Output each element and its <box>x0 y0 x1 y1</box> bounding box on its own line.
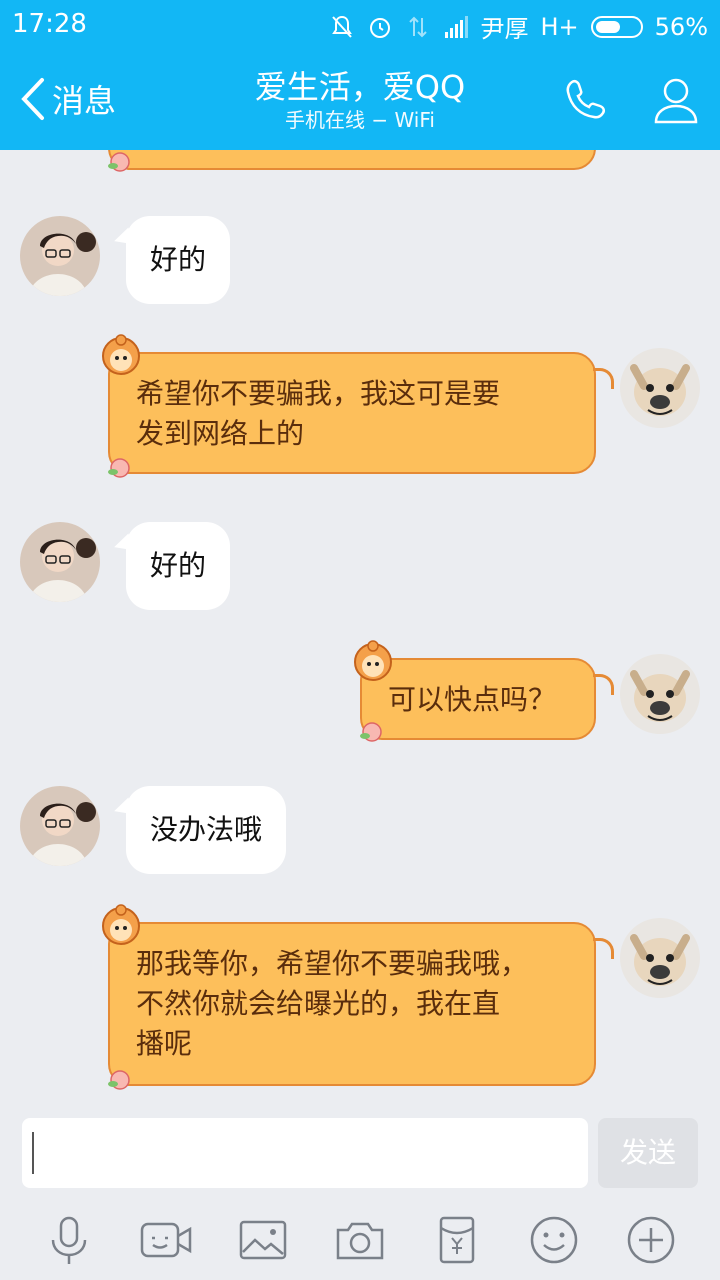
plus-icon <box>628 1216 675 1264</box>
message-line: 希望你不要骗我，我这可是要 <box>136 377 501 410</box>
text-caret <box>32 1132 34 1174</box>
status-time: 17:28 <box>12 9 87 39</box>
emoji-button[interactable] <box>526 1212 582 1268</box>
composer: 发送 <box>0 1100 720 1200</box>
monkey-sticker-icon <box>102 904 140 945</box>
top-bar: 17:28 尹厚 H+ 56% 消息 爱生活，爱QQ 手机在线 − WiFi <box>0 0 720 150</box>
message-list[interactable]: 好的 希望你不要骗我，我这可是要 发到网络上的 好的 可以快点吗？ 没办法哦 那… <box>0 150 720 1100</box>
dog-avatar-icon <box>620 654 700 734</box>
phone-icon <box>566 79 606 119</box>
signal-icon <box>444 15 468 38</box>
send-button[interactable]: 发送 <box>598 1118 698 1188</box>
message-line: 播呢 <box>136 1027 193 1060</box>
my-avatar[interactable] <box>620 654 700 734</box>
back-label: 消息 <box>52 82 117 120</box>
status-bar: 17:28 尹厚 H+ 56% <box>0 0 720 50</box>
input-toolbar <box>0 1200 720 1280</box>
monkey-sticker-icon <box>354 640 392 681</box>
video-button[interactable] <box>138 1212 194 1268</box>
more-button[interactable] <box>623 1212 679 1268</box>
carrier-name: 尹厚 <box>480 15 529 43</box>
girl-avatar-icon <box>20 786 100 866</box>
peach-icon <box>360 722 382 742</box>
person-icon <box>654 78 698 124</box>
peach-icon <box>108 152 130 172</box>
girl-avatar-icon <box>20 522 100 602</box>
emoji-icon <box>531 1216 578 1264</box>
message-bubble[interactable]: 好的 <box>126 216 231 304</box>
video-icon <box>140 1222 191 1258</box>
message-line: 那我等你，希望你不要骗我哦， <box>136 947 529 980</box>
peach-icon <box>108 1070 130 1090</box>
message-line: 不然你就会给曝光的，我在直 <box>136 987 501 1020</box>
message-bubble[interactable]: 那我等你，希望你不要骗我哦， 不然你就会给曝光的，我在直 播呢 <box>108 922 614 1086</box>
voice-button[interactable] <box>41 1212 97 1268</box>
call-button[interactable] <box>560 74 612 126</box>
message-bubble-partial[interactable] <box>108 150 596 170</box>
contact-avatar[interactable] <box>20 216 100 296</box>
message-bubble[interactable]: 好的 <box>126 522 231 610</box>
my-avatar[interactable] <box>620 348 700 428</box>
battery-percent: 56% <box>654 12 708 41</box>
network-type: H+ <box>540 12 579 41</box>
peach-icon <box>108 458 130 478</box>
contact-avatar[interactable] <box>20 786 100 866</box>
image-button[interactable] <box>235 1212 291 1268</box>
my-avatar[interactable] <box>620 918 700 998</box>
message-line: 发到网络上的 <box>136 417 305 450</box>
dog-avatar-icon <box>620 348 700 428</box>
message-input[interactable] <box>22 1118 588 1188</box>
girl-avatar-icon <box>20 216 100 296</box>
dog-avatar-icon <box>620 918 700 998</box>
message-line: 可以快点吗？ <box>388 683 557 716</box>
back-button[interactable]: 消息 <box>18 76 116 122</box>
chat-header: 消息 爱生活，爱QQ 手机在线 − WiFi <box>0 50 720 150</box>
data-transfer-icon <box>408 16 427 37</box>
message-bubble[interactable]: 没办法哦 <box>126 786 287 874</box>
chat-title: 爱生活，爱QQ <box>254 68 466 106</box>
online-status: 手机在线 − WiFi <box>285 108 435 132</box>
notification-off-icon <box>331 15 352 38</box>
battery-icon <box>590 15 643 38</box>
camera-icon <box>336 1222 384 1260</box>
red-packet-button[interactable] <box>429 1212 485 1268</box>
microphone-icon <box>51 1216 86 1264</box>
alarm-icon <box>369 17 390 38</box>
contact-avatar[interactable] <box>20 522 100 602</box>
red-packet-icon <box>439 1216 475 1264</box>
profile-button[interactable] <box>650 74 702 126</box>
monkey-sticker-icon <box>102 334 140 375</box>
message-bubble[interactable]: 希望你不要骗我，我这可是要 发到网络上的 <box>108 352 614 474</box>
chevron-left-icon <box>21 78 44 120</box>
camera-button[interactable] <box>332 1212 388 1268</box>
image-icon <box>239 1220 287 1260</box>
